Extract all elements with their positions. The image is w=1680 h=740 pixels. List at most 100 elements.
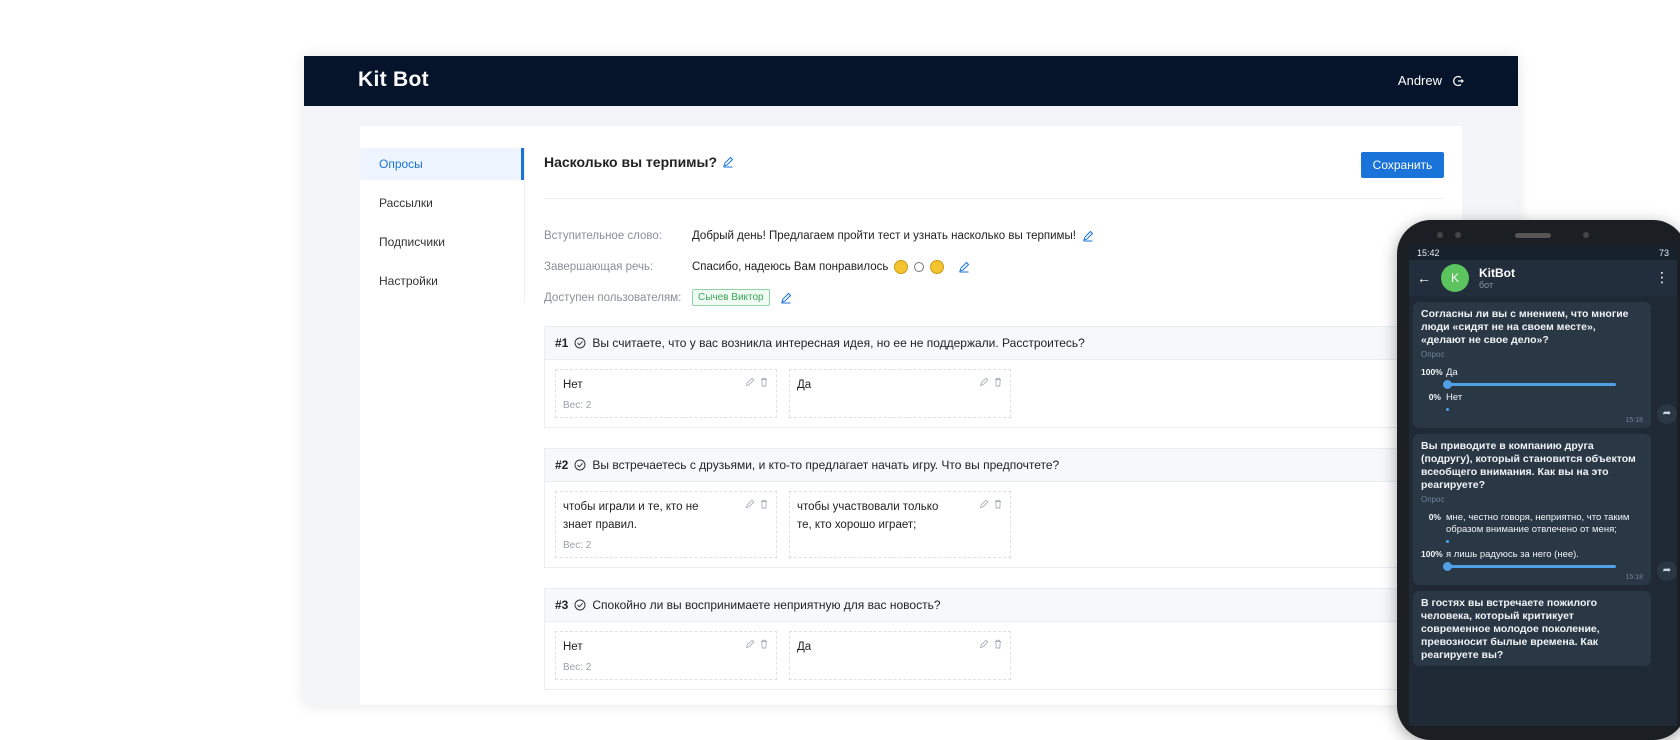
edit-answer-icon[interactable]: [979, 639, 989, 649]
logout-icon[interactable]: [1452, 75, 1464, 87]
option-bar: [1443, 562, 1616, 571]
outro-row: Завершающая речь: Спасибо, надеюсь Вам п…: [544, 251, 1444, 282]
main-panel: Опросы Рассылки Подписчики Настройки Нас…: [360, 126, 1464, 705]
edit-answer-icon[interactable]: [979, 499, 989, 509]
emoji-wink-icon: [930, 259, 945, 274]
delete-answer-icon[interactable]: [759, 639, 769, 649]
edit-title-icon[interactable]: [722, 156, 734, 168]
delete-answer-icon[interactable]: [759, 377, 769, 387]
answer-weight: Вес: 2: [563, 662, 592, 673]
edit-answer-icon[interactable]: [745, 377, 755, 387]
question-text[interactable]: Вы считаете, что у вас возникла интересн…: [592, 327, 1084, 359]
question-card: #2 Вы встречаетесь с друзьями, и кто-то п…: [544, 448, 1464, 568]
answer-list: Нет Вес: 2 Да: [545, 360, 1463, 427]
outro-value-wrap: Спасибо, надеюсь Вам понравилось: [692, 259, 970, 274]
option-text: Нет: [1446, 392, 1463, 403]
outro-label: Завершающая речь:: [544, 260, 654, 273]
intro-value-wrap: Добрый день! Предлагаем пройти тест и уз…: [692, 230, 1094, 242]
question-list: #1 Вы считаете, что у вас возникла интере…: [544, 326, 1464, 705]
message-question: Вы приводите в компанию друга (подругу),…: [1421, 440, 1636, 491]
answer-card[interactable]: Нет Вес: 2: [555, 631, 777, 680]
edit-outro-icon[interactable]: [958, 261, 970, 273]
user-menu[interactable]: Andrew: [1398, 73, 1464, 88]
sensor-icon: [1437, 232, 1443, 238]
answer-list: Нет Вес: 2 Да: [545, 622, 1463, 689]
answer-card[interactable]: чтобы играли и те, кто не знает правил. В…: [555, 491, 777, 558]
edit-answer-icon[interactable]: [745, 499, 755, 509]
question-card: #3 Спокойно ли вы воспринимаете неприятну…: [544, 588, 1464, 690]
selected-check-icon: [1443, 380, 1452, 389]
message-list: Согласны ли вы с мнением, что многие люд…: [1409, 302, 1677, 666]
option-percent: 0%: [1428, 392, 1441, 402]
message-label: Опрос: [1421, 350, 1445, 359]
intro-value: Добрый день! Предлагаем пройти тест и уз…: [692, 229, 1076, 242]
sidebar-item-mailings[interactable]: Рассылки: [360, 187, 524, 219]
sidebar-item-subscribers[interactable]: Подписчики: [360, 226, 524, 258]
edit-intro-icon[interactable]: [1082, 230, 1094, 242]
check-circle-icon: [574, 337, 586, 349]
edit-answer-icon[interactable]: [745, 639, 755, 649]
save-button[interactable]: Сохранить: [1361, 152, 1444, 178]
camera-icon: [1583, 232, 1589, 238]
poll-option[interactable]: 0% Нет: [1421, 392, 1643, 404]
selected-check-icon: [1443, 562, 1452, 571]
poll-option[interactable]: 100% я лишь радуюсь за него (нее).: [1421, 549, 1643, 561]
answer-text: Нет: [563, 379, 583, 391]
question-header: #2 Вы встречаетесь с друзьями, и кто-то п…: [545, 449, 1463, 482]
question-number: #3: [555, 598, 569, 612]
poll-title: Насколько вы терпимы?: [544, 154, 734, 170]
question-text[interactable]: Вы встречаетесь с друзьями, и кто-то пре…: [592, 449, 1059, 481]
option-percent: 100%: [1421, 367, 1443, 377]
status-battery: 73: [1658, 248, 1669, 258]
delete-answer-icon[interactable]: [759, 499, 769, 509]
sensor-icon: [1455, 232, 1461, 238]
logo: Kit Bot: [358, 68, 429, 91]
sidebar-item-settings[interactable]: Настройки: [360, 265, 524, 297]
status-bar: 15:42 73: [1409, 246, 1677, 260]
option-bar: [1443, 380, 1616, 389]
access-row: Доступен пользователям: Сычев Виктор: [544, 282, 1444, 313]
access-label: Доступен пользователям:: [544, 291, 682, 304]
option-percent: 0%: [1428, 512, 1441, 522]
sidebar: Опросы Рассылки Подписчики Настройки: [360, 148, 525, 302]
share-icon[interactable]: ➦: [1657, 404, 1677, 424]
message-time: 15:18: [1625, 574, 1643, 581]
emoji-smile-icon: [894, 259, 909, 274]
answer-actions: [979, 639, 1003, 649]
question-card: #1 Вы считаете, что у вас возникла интере…: [544, 326, 1464, 428]
user-tag[interactable]: Сычев Виктор: [692, 289, 770, 306]
chat-header: ← K KitBot бот ⋮: [1409, 260, 1677, 296]
app-window: Kit Bot Andrew Опросы Рассылки Подписчик…: [304, 56, 1518, 705]
delete-answer-icon[interactable]: [993, 499, 1003, 509]
edit-access-icon[interactable]: [780, 292, 792, 304]
back-arrow-icon[interactable]: ←: [1417, 270, 1431, 286]
chat-message: Вы приводите в компанию друга (подругу),…: [1413, 434, 1677, 585]
delete-answer-icon[interactable]: [993, 639, 1003, 649]
intro-label: Вступительное слово:: [544, 229, 662, 242]
access-value-wrap: Сычев Виктор: [692, 289, 792, 306]
user-name: Andrew: [1397, 73, 1442, 88]
sidebar-item-polls[interactable]: Опросы: [360, 148, 524, 180]
question-text[interactable]: Спокойно ли вы воспринимаете неприятную …: [592, 589, 940, 621]
answer-text: Нет: [563, 641, 583, 653]
poll-option[interactable]: 100% Да: [1421, 367, 1643, 379]
delete-answer-icon[interactable]: [993, 377, 1003, 387]
answer-card[interactable]: Да: [789, 631, 1011, 680]
poll-option[interactable]: 0% мне, честно говоря, неприятно, что так…: [1421, 512, 1643, 536]
speaker: [1515, 233, 1551, 238]
answer-actions: [745, 377, 769, 387]
question-number: #2: [555, 458, 569, 472]
emoji-small-icon: [914, 261, 925, 272]
answer-card[interactable]: Нет Вес: 2: [555, 369, 777, 418]
poll-title-text: Насколько вы терпимы?: [544, 154, 718, 170]
option-text: мне, честно говоря, неприятно, что таким…: [1446, 512, 1630, 535]
answer-text: Да: [797, 379, 812, 391]
more-menu-icon[interactable]: ⋮: [1655, 269, 1669, 286]
answer-actions: [979, 377, 1003, 387]
share-icon[interactable]: ➦: [1657, 561, 1677, 581]
edit-answer-icon[interactable]: [979, 377, 989, 387]
answer-card[interactable]: чтобы участвовали только те, кто хорошо …: [789, 491, 1011, 558]
question-number: #1: [555, 336, 569, 350]
message-question: В гостях вы встречаете пожилого человека…: [1421, 597, 1600, 661]
answer-card[interactable]: Да: [789, 369, 1011, 418]
